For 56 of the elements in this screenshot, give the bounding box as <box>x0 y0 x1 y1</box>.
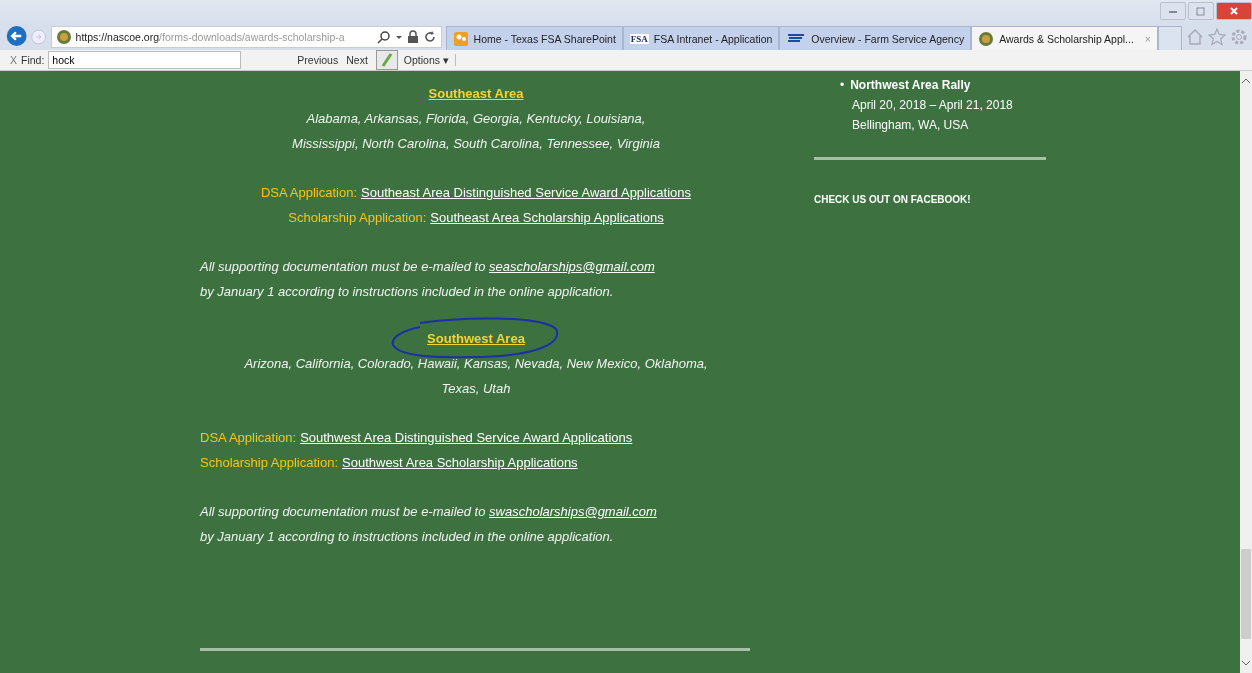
note-text: All supporting documentation must be e-mailed to <box>200 504 486 519</box>
note-text: by January 1 according to instructions included in the online application. <box>199 528 615 546</box>
event-location: Bellingham, WA, USA <box>851 117 970 134</box>
email-link[interactable]: swascholarships@gmail.com <box>489 504 657 519</box>
close-button[interactable] <box>1216 2 1252 20</box>
application-label: Scholarship Application: <box>200 454 339 472</box>
site-seal-icon <box>55 29 72 45</box>
site-icon-text: FSA <box>629 33 649 44</box>
find-label: Find: <box>21 54 45 66</box>
scroll-down-icon[interactable] <box>1241 659 1251 667</box>
application-label: DSA Application: <box>260 184 358 202</box>
address-bar[interactable]: https://nascoe.org/forms-downloads/awards-scholarship-a <box>50 26 442 48</box>
close-icon <box>1229 6 1239 16</box>
site-icon <box>452 30 469 47</box>
application-link[interactable]: Southeast Area Scholarship Applications <box>430 205 664 230</box>
restore-button[interactable] <box>1188 2 1214 20</box>
site-seal-icon <box>978 30 995 47</box>
states-list-line: Alabama, Arkansas, Florida, Georgia, Kentucky, Louisiana, <box>305 110 647 128</box>
note-text: by January 1 according to instructions included in the online application. <box>199 283 615 301</box>
highlight-pen-icon[interactable] <box>375 50 398 70</box>
close-find-button[interactable]: X <box>10 54 17 66</box>
star-icon[interactable] <box>1208 28 1226 46</box>
note-text: All supporting documentation must be e-mailed to <box>200 259 486 274</box>
scrollbar[interactable] <box>1240 71 1252 673</box>
minimize-button[interactable] <box>1160 2 1186 20</box>
settings-icon[interactable] <box>1230 28 1248 46</box>
facebook-heading: CHECK US OUT ON FACEBOOK! <box>814 194 972 205</box>
home-icon[interactable] <box>1186 28 1204 46</box>
scrollbar-thumb[interactable] <box>1241 549 1251 639</box>
refresh-icon[interactable] <box>422 30 437 44</box>
find-nav-button[interactable]: Previous <box>295 54 341 66</box>
application-link[interactable]: Southwest Area Scholarship Applications <box>342 450 578 475</box>
site-icon <box>786 32 807 45</box>
event-title: Northwest Area Rally <box>850 78 971 92</box>
minimize-icon <box>1168 8 1178 14</box>
options-button[interactable]: Options ▾ <box>401 54 456 66</box>
browser-tab[interactable]: Awards & Scholarship Appl... × <box>971 26 1158 50</box>
find-field[interactable]: hock <box>48 51 242 69</box>
application-label: Scholarship Application: <box>288 209 427 227</box>
states-list-line: Mississippi, North Carolina, South Carolina, Tennessee, Virginia <box>291 135 661 153</box>
browser-tab[interactable]: Overview - Farm Service Agency <box>779 26 972 50</box>
application-link[interactable]: Southwest Area Distinguished Service Award Applications <box>300 425 633 450</box>
email-link[interactable]: seascholarships@gmail.com <box>489 259 655 274</box>
restore-icon <box>1196 6 1206 16</box>
scroll-up-icon[interactable] <box>1241 77 1251 85</box>
states-list-line: Texas, Utah <box>440 380 512 398</box>
application-link[interactable]: Southeast Area Distinguished Service Award Applications <box>361 180 692 205</box>
application-label: DSA Application: <box>200 429 297 447</box>
new-tab-button[interactable] <box>1158 26 1182 50</box>
lock-icon <box>406 30 419 44</box>
browser-tab[interactable]: FSA FSA Intranet - Application <box>622 26 780 50</box>
event-dates: April 20, 2018 – April 21, 2018 <box>851 97 1014 114</box>
find-nav-button[interactable]: Next <box>344 54 370 66</box>
browser-tab[interactable]: Home - Texas FSA SharePoint <box>445 26 623 50</box>
search-icon[interactable] <box>376 30 391 44</box>
bullet: • <box>840 78 845 92</box>
